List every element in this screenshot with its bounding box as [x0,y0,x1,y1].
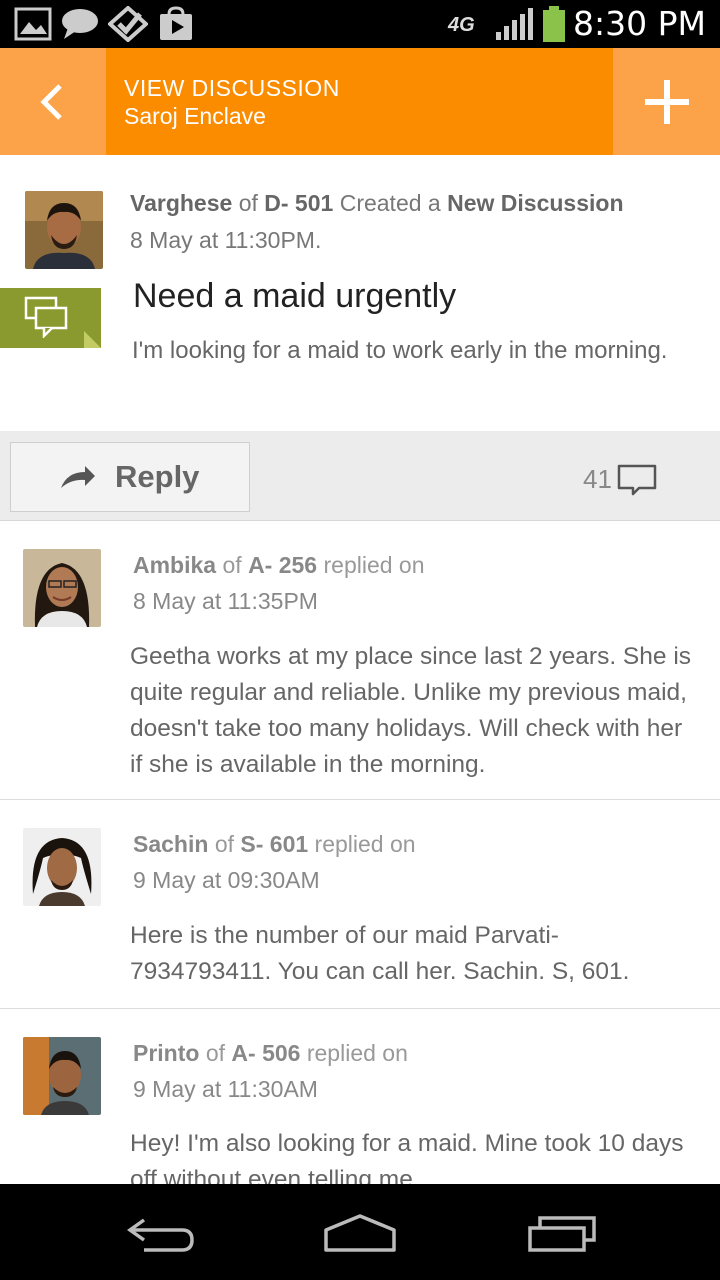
discussion-icon [24,296,68,338]
of-label: of [222,552,242,578]
of-label: of [214,831,234,857]
person-avatar-image [25,191,103,269]
back-nav-icon[interactable] [124,1214,196,1254]
reply-author-name[interactable]: Printo [133,1040,199,1066]
replied-label: replied on [314,831,416,857]
reply-meta: Sachin of S- 601 replied on [133,826,416,862]
post-meta: Varghese of D- 501 Created a New Discuss… [130,185,624,221]
reply-item: Printo of A- 506 replied on 9 May at 11:… [0,1009,720,1184]
author-name[interactable]: Varghese [130,190,232,216]
person-avatar-image [23,549,101,627]
reply-button-label: Reply [115,459,200,494]
tag-fold [84,331,101,348]
gallery-notification-icon [14,7,52,41]
check-notification-icon [108,6,148,42]
reply-date: 9 May at 11:30AM [133,1076,318,1102]
reply-author-flat: A- 256 [248,552,318,578]
play-store-notification-icon [160,6,192,40]
comment-count: 41 [583,464,612,494]
comment-icon[interactable] [617,464,657,496]
reply-bar: Reply 41 [0,431,720,521]
network-type-icon: 4G [448,14,475,36]
replied-label: replied on [306,1040,408,1066]
reply-author-flat: S- 601 [240,831,309,857]
reply-text: Here is the number of our maid Parvati- … [130,922,630,985]
reply-meta: Ambika of A- 256 replied on [133,547,425,583]
back-arrow-icon [40,83,62,120]
reply-item: Ambika of A- 256 replied on 8 May at 11:… [0,521,720,800]
recent-apps-nav-icon[interactable] [526,1214,598,1254]
signal-strength-icon [496,8,533,40]
reply-date: 9 May at 09:30AM [133,867,320,893]
of-label: of [238,190,258,216]
navigation-bar [0,1184,720,1280]
action-bar: VIEW DISCUSSION Saroj Enclave [0,48,720,155]
post-title: Need a maid urgently [133,277,457,315]
replied-label: replied on [323,552,425,578]
home-nav-icon[interactable] [322,1212,398,1254]
add-button[interactable] [613,48,720,155]
action-target: New Discussion [447,190,624,216]
chat-notification-icon [62,9,98,39]
person-avatar-image [23,1037,101,1115]
person-avatar-image [23,828,101,906]
discussion-post: Varghese of D- 501 Created a New Discuss… [0,155,720,431]
reply-author-flat: A- 506 [231,1040,301,1066]
back-button[interactable] [0,48,106,155]
reply-button[interactable]: Reply [10,442,250,512]
reply-text: Hey! I'm also looking for a maid. Mine t… [130,1130,684,1184]
reply-avatar[interactable] [23,1037,101,1115]
community-name: Saroj Enclave [124,103,266,129]
reply-avatar[interactable] [23,828,101,906]
reply-meta: Printo of A- 506 replied on [133,1035,408,1071]
author-flat: D- 501 [264,190,334,216]
screen-title: VIEW DISCUSSION [124,75,340,101]
reply-arrow-icon [61,466,95,488]
post-date: 8 May at 11:30PM. [130,227,322,253]
post-body: I'm looking for a maid to work early in … [132,337,668,364]
reply-avatar[interactable] [23,549,101,627]
author-avatar[interactable] [25,191,103,269]
status-bar: 4G 8:30 PM [0,0,720,48]
reply-author-name[interactable]: Sachin [133,831,208,857]
status-time: 8:30 PM [573,4,706,43]
reply-item: Sachin of S- 601 replied on 9 May at 09:… [0,800,720,1009]
reply-text: Geetha works at my place since last 2 ye… [130,643,692,778]
of-label: of [205,1040,226,1066]
plus-icon [644,79,689,124]
action-label: Created a [339,190,441,216]
action-bar-title: VIEW DISCUSSION Saroj Enclave [124,74,340,130]
reply-date: 8 May at 11:35PM [133,588,318,614]
battery-icon [543,6,565,42]
reply-author-name[interactable]: Ambika [133,552,216,578]
